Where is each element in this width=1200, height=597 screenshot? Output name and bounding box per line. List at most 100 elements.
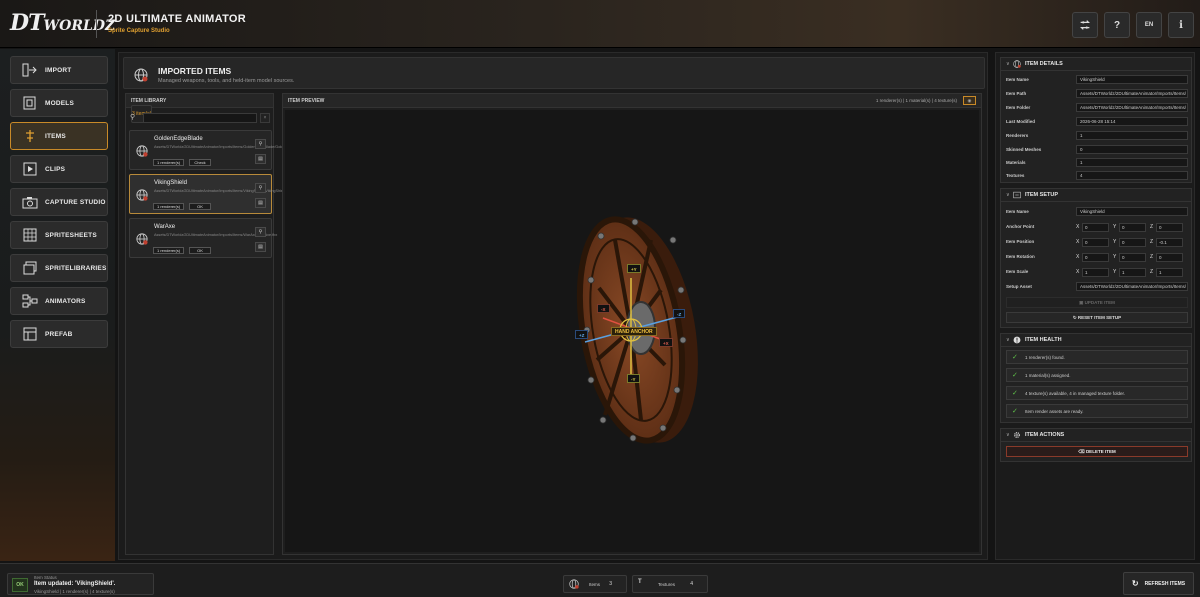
sidebar-item-import[interactable]: IMPORT bbox=[10, 56, 108, 84]
z-field[interactable]: -0.1 bbox=[1156, 237, 1183, 247]
textures-counter-value: 4 bbox=[690, 581, 693, 587]
health-text: 1 renderer(s) found. bbox=[1025, 354, 1065, 360]
item-setup-header[interactable]: ∨ ITEM SETUP bbox=[1001, 189, 1191, 202]
item-path: Assets/DTWorldz/2DUltimateAnimator/Impor… bbox=[154, 189, 293, 193]
chevron-down-icon: ∨ bbox=[1006, 432, 1010, 438]
update-item-button[interactable]: ▣ UPDATE ITEM bbox=[1006, 297, 1188, 308]
health-text: 1 material(s) assigned. bbox=[1025, 372, 1071, 378]
sidebar-item-animators[interactable]: ANIMATORS bbox=[10, 287, 108, 315]
inspect-button[interactable]: ⚲ bbox=[255, 183, 266, 193]
sidebar-item-capture-studio[interactable]: CAPTURE STUDIO bbox=[10, 188, 108, 216]
x-field[interactable]: 0 bbox=[1082, 252, 1109, 262]
detail-key: Renderers bbox=[1006, 133, 1029, 138]
x-field[interactable]: 0 bbox=[1082, 237, 1109, 247]
language-button[interactable]: EN bbox=[1136, 12, 1162, 38]
search-input[interactable] bbox=[143, 113, 257, 123]
sidebar-item-label: SPRITELIBRARIES bbox=[45, 264, 107, 272]
setup-key: Item Name bbox=[1006, 209, 1029, 214]
items-counter-value: 3 bbox=[609, 581, 612, 587]
y-field[interactable]: 0 bbox=[1119, 237, 1146, 247]
item-preview-header: ITEM PREVIEW 1 renderer(s) | 1 material(… bbox=[283, 94, 981, 108]
search-icon: ⚲ bbox=[130, 114, 136, 121]
sidebar-item-spritelibraries[interactable]: SPRITELIBRARIES bbox=[10, 254, 108, 282]
detail-row: Textures 4 bbox=[1006, 171, 1188, 181]
sidebar-item-clips[interactable]: CLIPS bbox=[10, 155, 108, 183]
sidebar-item-label: IMPORT bbox=[45, 66, 72, 74]
item-card-goldenedgeblade[interactable]: GoldenEdgeBlade Assets/DTWorldz/2DUltima… bbox=[129, 130, 312, 170]
item-status: OK Item Status Item updated: 'VikingShie… bbox=[7, 573, 154, 595]
refresh-icon: ↻ bbox=[1131, 579, 1139, 588]
camera-icon bbox=[21, 194, 39, 210]
gizmo-pos-z-label: +Z bbox=[575, 330, 589, 339]
setup-icon bbox=[1013, 191, 1021, 199]
item-name-input[interactable]: VikingShield bbox=[1076, 207, 1188, 216]
detail-row: Materials 1 bbox=[1006, 158, 1188, 168]
status-bar: OK Item Status Item updated: 'VikingShie… bbox=[0, 563, 1200, 597]
app-header: DTWORLDZ 2D ULTIMATE ANIMATOR Sprite Cap… bbox=[0, 0, 1200, 48]
globe-icon bbox=[134, 68, 148, 82]
item-name: VikingShield bbox=[154, 180, 187, 186]
detail-value: 4 bbox=[1076, 171, 1188, 180]
vector-key: Item Rotation bbox=[1006, 254, 1035, 259]
x-field[interactable]: 0 bbox=[1082, 222, 1109, 232]
models-icon bbox=[21, 95, 39, 111]
swap-button[interactable] bbox=[1072, 12, 1098, 38]
health-row: ✓ Item render assets are ready. bbox=[1006, 404, 1188, 418]
app-subtitle: Sprite Capture Studio bbox=[108, 28, 170, 34]
y-field[interactable]: 0 bbox=[1119, 222, 1146, 232]
z-field[interactable]: 1 bbox=[1156, 267, 1183, 277]
sidebar-item-label: ANIMATORS bbox=[45, 297, 86, 305]
info-button[interactable]: i bbox=[1168, 12, 1194, 38]
gizmo-neg-z-label: -Z bbox=[673, 309, 686, 318]
inspect-button[interactable]: ⚲ bbox=[255, 139, 266, 149]
x-field[interactable]: 1 bbox=[1082, 267, 1109, 277]
item-card-waraxe[interactable]: WarAxe Assets/DTWorldz/2DUltimateAnimato… bbox=[129, 218, 277, 258]
detail-key: Last Modified bbox=[1006, 119, 1035, 124]
sidebar-item-models[interactable]: MODELS bbox=[10, 89, 108, 117]
open-folder-button[interactable]: ▤ bbox=[255, 198, 266, 208]
sidebar-item-spritesheets[interactable]: SPRITESHEETS bbox=[10, 221, 108, 249]
gizmo-neg-y-label: -Y bbox=[627, 374, 640, 383]
detail-row: Renderers 1 bbox=[1006, 131, 1188, 141]
prefab-icon bbox=[21, 326, 39, 342]
health-row: ✓ 1 material(s) assigned. bbox=[1006, 368, 1188, 382]
item-card-vikingshield[interactable]: VikingShield Assets/DTWorldz/2DUltimateA… bbox=[129, 174, 293, 214]
renderer-badge: 1 renderer(s) bbox=[153, 203, 185, 210]
y-field[interactable]: 1 bbox=[1119, 267, 1146, 277]
y-field[interactable]: 0 bbox=[1119, 252, 1146, 262]
z-field[interactable]: 0 bbox=[1156, 222, 1183, 232]
sidebar-item-prefab[interactable]: PREFAB bbox=[10, 320, 108, 348]
item-actions-section: ∨ ITEM ACTIONS ⌫ DELETE ITEM bbox=[1000, 428, 1192, 462]
setup-asset-field[interactable]: Assets/DTWorldz/2DUltimateAnimator/Impor… bbox=[1076, 282, 1188, 291]
import-icon bbox=[21, 62, 39, 78]
item-health-header[interactable]: ∨ ITEM HEALTH bbox=[1001, 334, 1191, 347]
delete-item-button[interactable]: ⌫ DELETE ITEM bbox=[1006, 446, 1188, 457]
open-folder-button[interactable]: ▤ bbox=[255, 242, 266, 252]
preview-viewport[interactable]: +Y -Y +X -X +Z -Z HAND ANCHOR bbox=[285, 110, 979, 552]
setup-row: Setup Asset Assets/DTWorldz/2DUltimateAni… bbox=[1006, 282, 1188, 292]
open-folder-button[interactable]: ▤ bbox=[255, 154, 266, 164]
eye-icon: ◉ bbox=[967, 98, 972, 103]
help-button[interactable]: ? bbox=[1104, 12, 1130, 38]
status-badge: OK bbox=[189, 247, 211, 254]
items-counter: Items 3 bbox=[563, 575, 627, 593]
vector-key: Item Position bbox=[1006, 239, 1035, 244]
z-field[interactable]: 0 bbox=[1156, 252, 1183, 262]
vector-row: Item Position X0 Y0 Z -0.1 bbox=[1006, 237, 1188, 247]
item-details-header[interactable]: ∨ ITEM DETAILS bbox=[1001, 58, 1191, 71]
visibility-toggle[interactable]: ◉ bbox=[963, 96, 976, 105]
sidebar-item-label: ITEMS bbox=[45, 132, 66, 140]
globe-icon bbox=[136, 189, 148, 201]
vector-row: Item Scale X1 Y1 Z1 bbox=[1006, 267, 1188, 277]
inspect-button[interactable]: ⚲ bbox=[255, 227, 266, 237]
detail-key: Textures bbox=[1006, 173, 1025, 178]
refresh-items-button[interactable]: ↻ REFRESH ITEMS bbox=[1123, 572, 1194, 595]
sidebar-item-label: SPRITESHEETS bbox=[45, 231, 97, 239]
reset-item-setup-button[interactable]: ↻ RESET ITEM SETUP bbox=[1006, 312, 1188, 323]
clear-search-button[interactable]: × bbox=[260, 113, 270, 123]
folder-icon: ▤ bbox=[258, 156, 263, 162]
sidebar-item-items[interactable]: ITEMS bbox=[10, 122, 108, 150]
detail-value: Assets/DTWorldz/2DUltimateAnimator/Impor… bbox=[1076, 89, 1188, 98]
item-actions-header[interactable]: ∨ ITEM ACTIONS bbox=[1001, 429, 1191, 442]
language-label: EN bbox=[1144, 22, 1154, 28]
